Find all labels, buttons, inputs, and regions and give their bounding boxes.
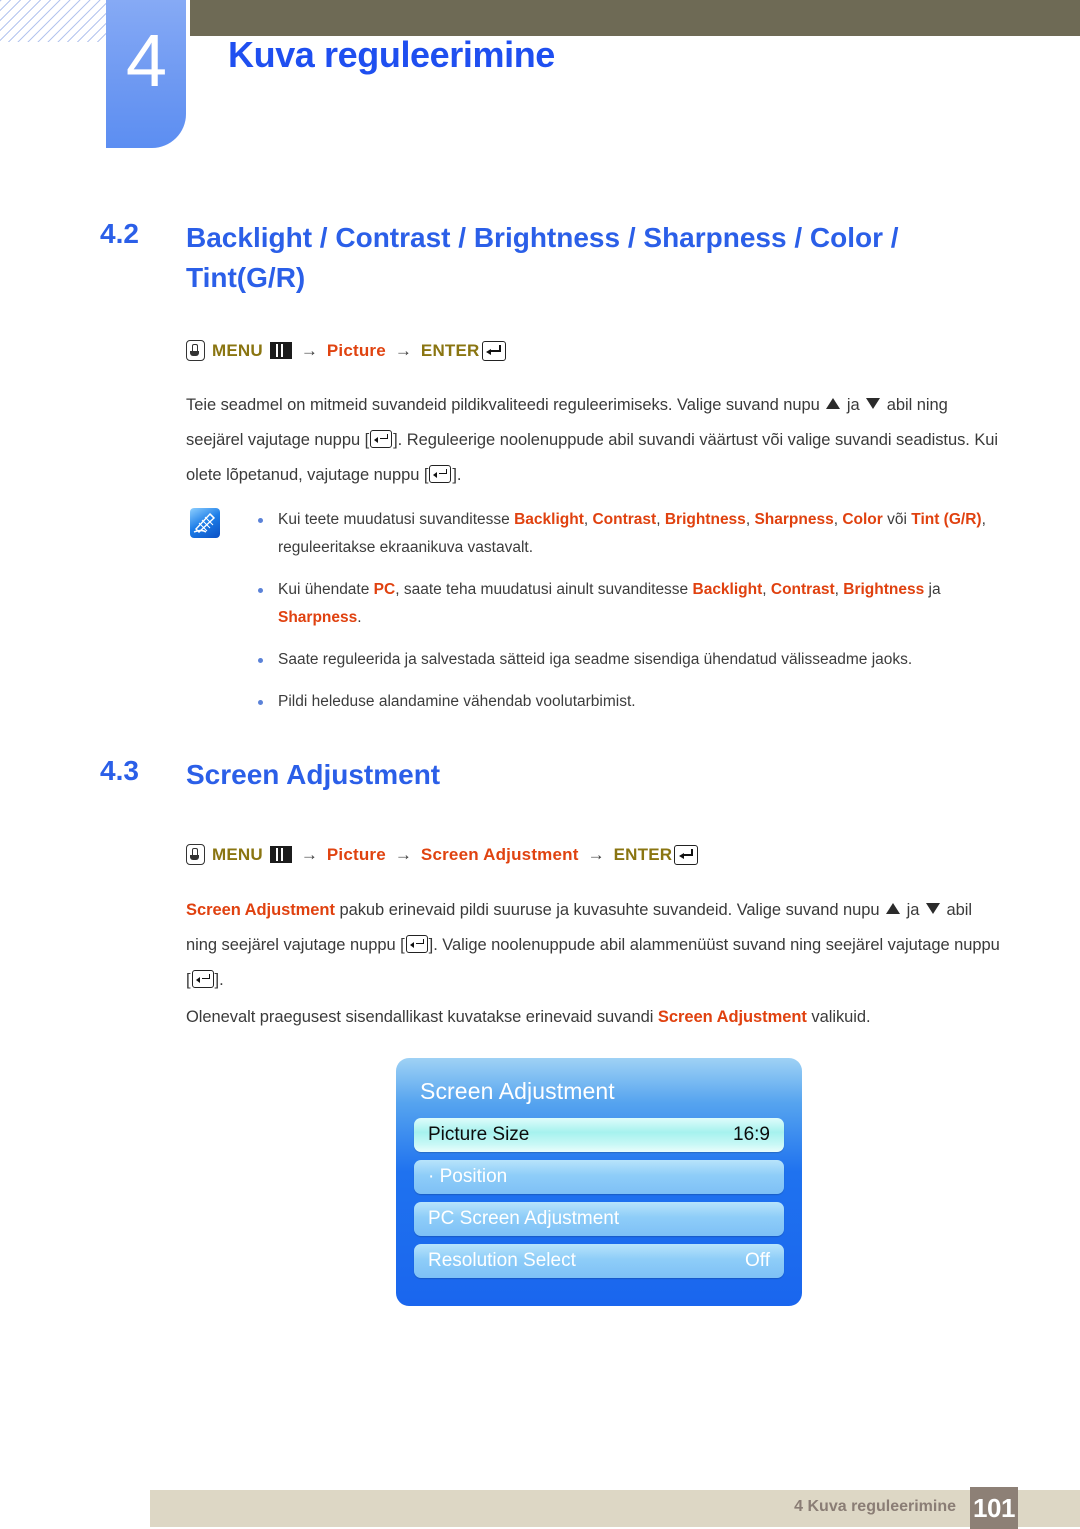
osd-row-position[interactable]: · Position (414, 1160, 784, 1194)
list-item: Kui ühendate PC, saate teha muudatusi ai… (250, 576, 1006, 632)
osd-row-resolution-select[interactable]: Resolution Select Off (414, 1244, 784, 1278)
arrow-down-icon (866, 398, 881, 409)
keyword-brightness: Brightness (664, 511, 746, 528)
page-number: 101 (973, 1492, 1015, 1523)
menu-bars-icon (269, 846, 292, 863)
header-olive-bar (190, 0, 1080, 36)
press-hand-icon (186, 844, 205, 865)
paragraph-4-3: Screen Adjustment pakub erinevaid pildi … (186, 893, 1004, 998)
arrow-icon: → (394, 844, 412, 864)
arrow-icon: → (587, 844, 605, 864)
section-4-3-number: 4.3 (100, 755, 139, 786)
press-hand-icon (186, 340, 205, 361)
note-text: või (887, 511, 907, 528)
arrow-up-icon (826, 398, 841, 409)
enter-key-icon (429, 465, 452, 483)
para-text: ]. (214, 971, 224, 989)
osd-title: Screen Adjustment (420, 1078, 615, 1104)
menu-path-item-screen-adjustment: Screen Adjustment (420, 844, 579, 864)
menu-path-4-2: MENU → Picture → ENTER (186, 340, 506, 361)
osd-row-label: Resolution Select (428, 1250, 576, 1271)
list-item: Pildi heleduse alandamine vähendab voolu… (250, 688, 1006, 716)
para-text: Olenevalt praegusest sisendallikast kuva… (186, 1008, 654, 1026)
osd-row-value: 16:9 (733, 1124, 770, 1145)
footer-chapter-label: 4 Kuva reguleerimine (794, 1498, 956, 1515)
menu-path-item-picture: Picture (326, 844, 386, 864)
keyword-color: Color (842, 511, 883, 528)
bullet-icon (258, 588, 263, 593)
chapter-number: 4 (125, 19, 167, 102)
section-4-2-title: Backlight / Contrast / Brightness / Shar… (186, 222, 899, 293)
para-text: ja (846, 396, 860, 414)
note-text: . (357, 609, 362, 626)
quill-glyph (193, 512, 216, 533)
note-pen-icon (190, 508, 220, 538)
enter-key-icon (370, 430, 393, 448)
arrow-down-icon (925, 903, 940, 914)
keyword-contrast: Contrast (770, 581, 835, 598)
osd-row-value: Off (745, 1250, 770, 1271)
enter-label: ENTER (613, 844, 673, 864)
paragraph-4-2: Teie seadmel on mitmeid suvandeid pildik… (186, 388, 1004, 493)
note-text: Saate reguleerida ja salvestada sätteid … (278, 651, 913, 668)
bullet-icon (258, 700, 263, 705)
arrow-icon: → (300, 340, 318, 360)
para-text: ja (906, 901, 920, 919)
keyword-pc: PC (373, 581, 396, 598)
keyword-contrast: Contrast (592, 511, 657, 528)
bullet-icon (258, 518, 263, 523)
keyword-screen-adjustment: Screen Adjustment (186, 901, 335, 919)
note-text: Pildi heleduse alandamine vähendab voolu… (278, 693, 636, 710)
arrow-up-icon (886, 903, 901, 914)
osd-row-pc-screen-adjustment[interactable]: PC Screen Adjustment (414, 1202, 784, 1236)
menu-path-item-picture: Picture (326, 340, 386, 360)
osd-screen-adjustment-panel: Screen Adjustment Picture Size 16:9 · Po… (396, 1058, 802, 1306)
enter-key-icon (481, 340, 506, 361)
osd-row-label: Picture Size (428, 1124, 530, 1145)
paragraph-input-source-note: Olenevalt praegusest sisendallikast kuva… (186, 1000, 1004, 1035)
section-4-3-title: Screen Adjustment (186, 759, 441, 790)
bullet-icon (258, 658, 263, 663)
para-text: pakub erinevaid pildi suuruse ja kuvasuh… (339, 901, 880, 919)
menu-label: MENU (212, 340, 263, 360)
keyword-backlight: Backlight (692, 581, 763, 598)
chapter-title: Kuva reguleerimine (228, 34, 555, 75)
page-number-box: 101 (970, 1487, 1018, 1529)
enter-key-icon (405, 935, 428, 953)
keyword-sharpness: Sharpness (278, 609, 358, 626)
decorative-hatch-pattern (0, 0, 108, 42)
list-item: Saate reguleerida ja salvestada sätteid … (250, 646, 1006, 674)
keyword-sharpness: Sharpness (754, 511, 834, 528)
osd-row-label: PC Screen Adjustment (428, 1208, 620, 1229)
note-text: Kui ühendate (278, 581, 370, 598)
note-text: Kui teete muudatusi suvanditesse (278, 511, 510, 528)
menu-bars-icon (269, 342, 292, 359)
keyword-brightness: Brightness (843, 581, 925, 598)
menu-path-4-3: MENU → Picture → Screen Adjustment → ENT… (186, 844, 699, 865)
keyword-backlight: Backlight (514, 511, 584, 528)
keyword-tint: Tint (G/R) (911, 511, 982, 528)
list-item: Kui teete muudatusi suvanditesse Backlig… (250, 506, 1006, 562)
note-list: Kui teete muudatusi suvanditesse Backlig… (250, 506, 1006, 730)
para-text: ]. (452, 466, 462, 484)
note-text: ja (928, 581, 941, 598)
arrow-icon: → (300, 844, 318, 864)
note-text: , saate teha muudatusi ainult suvandites… (395, 581, 689, 598)
keyword-screen-adjustment: Screen Adjustment (657, 1008, 807, 1026)
enter-key-icon (674, 844, 699, 865)
section-4-2-number: 4.2 (100, 218, 139, 249)
enter-key-icon (191, 970, 214, 988)
para-text: valikuid. (811, 1008, 871, 1026)
osd-row-picture-size[interactable]: Picture Size 16:9 (414, 1118, 784, 1152)
menu-label: MENU (212, 844, 263, 864)
para-text: Teie seadmel on mitmeid suvandeid pildik… (186, 396, 820, 414)
arrow-icon: → (394, 340, 412, 360)
osd-row-label: · Position (428, 1166, 508, 1187)
enter-label: ENTER (420, 340, 480, 360)
